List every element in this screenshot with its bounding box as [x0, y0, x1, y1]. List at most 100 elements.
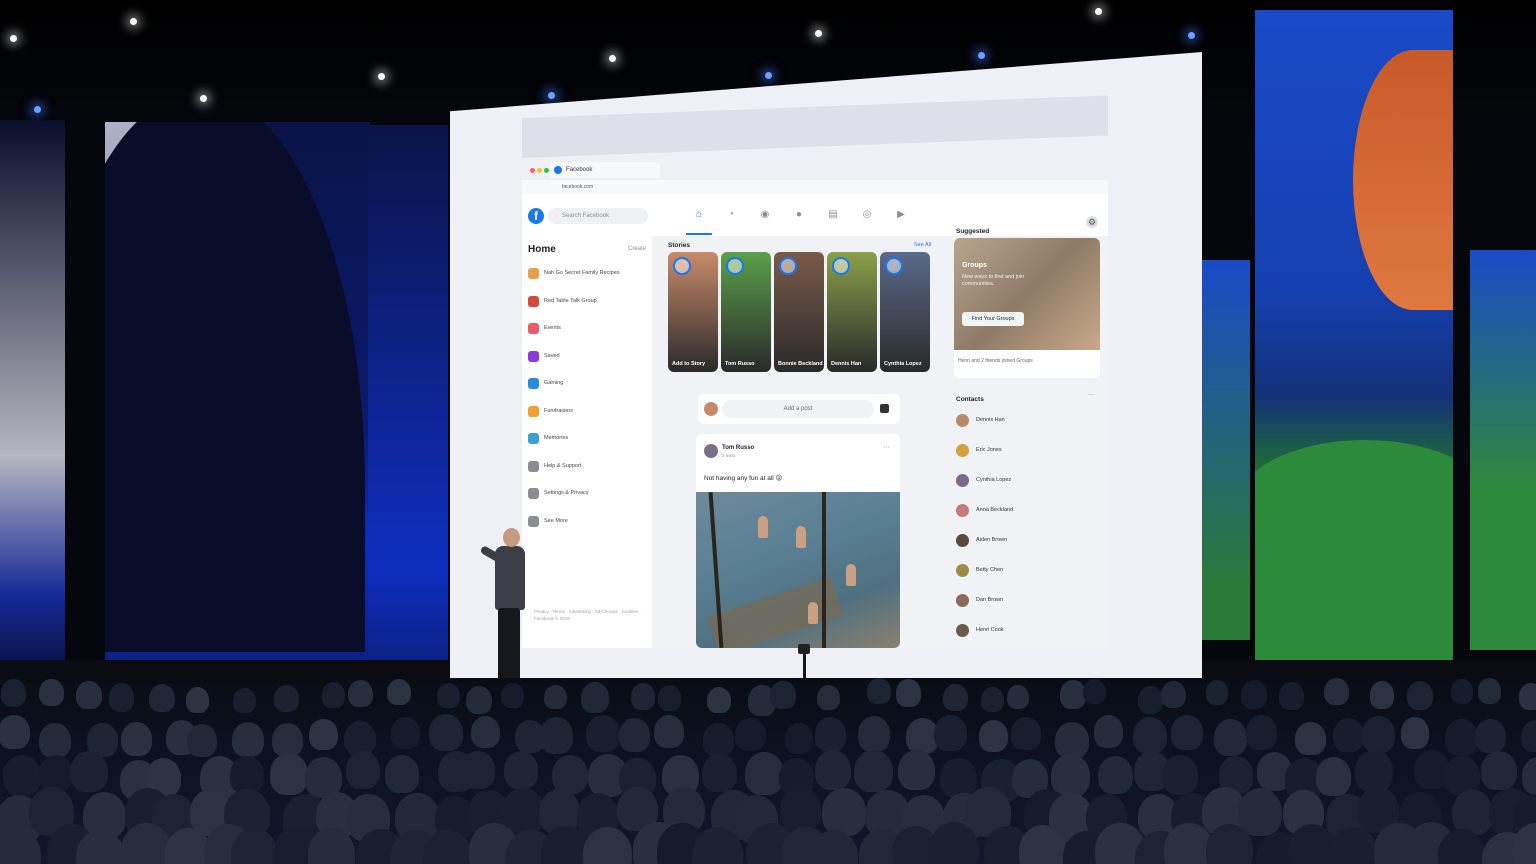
story-card[interactable]: Dennis Han [827, 252, 877, 372]
sidebar-item-label: Fundraisers [544, 407, 574, 414]
contact-name: Betty Chen [976, 567, 1004, 573]
stage-light [548, 92, 555, 99]
audience-head [980, 686, 1004, 712]
messenger-icon[interactable]: ◉ [758, 208, 772, 222]
composer-input[interactable]: Add a post [722, 400, 874, 418]
audience-head [1245, 714, 1278, 750]
contact-name: Dan Brown [976, 597, 1004, 603]
contact-item[interactable]: Eric Jones [956, 444, 1096, 458]
create-link[interactable]: Create [628, 246, 646, 252]
audience-head [390, 717, 420, 750]
audience-head [1361, 716, 1396, 754]
audience-head [1161, 755, 1199, 796]
audience-head [1161, 680, 1186, 709]
sidebar-item[interactable]: Saved [528, 350, 646, 363]
audience-head [309, 718, 338, 750]
contact-item[interactable]: Dan Brown [956, 594, 1096, 608]
contact-item[interactable]: Anna Beckland [956, 504, 1096, 518]
story-card[interactable]: Tom Russo [721, 252, 771, 372]
audience [0, 678, 1536, 864]
home-icon[interactable]: ⌂ [692, 208, 706, 222]
audience-head [385, 754, 420, 793]
marketplace-icon[interactable]: ▤ [826, 208, 840, 222]
sidebar-item[interactable]: Nah Go Secret Family Recipes [528, 268, 646, 280]
sidebar-item[interactable]: Memories [528, 433, 646, 445]
audience-head [707, 686, 731, 713]
stage-light [1188, 32, 1195, 39]
watch-icon[interactable]: ▶ [894, 208, 908, 222]
more-icon[interactable]: ··· [883, 444, 890, 451]
avatar [956, 504, 969, 517]
sidebar-item-label: Settings & Privacy [544, 490, 589, 496]
backdrop-panel-right [1255, 10, 1453, 710]
contact-item[interactable]: Henri Cook [956, 624, 1096, 638]
audience-head [1007, 685, 1030, 710]
post-author[interactable]: Tom Russo [722, 445, 754, 451]
audience-head [1521, 719, 1536, 753]
groups-label: Groups [962, 262, 987, 269]
stage-light [200, 95, 207, 102]
post-composer[interactable]: Add a post [698, 394, 900, 424]
audience-head [1213, 719, 1247, 756]
maximize-dot[interactable] [544, 168, 549, 173]
audience-head [429, 714, 464, 752]
find-groups-button[interactable]: Find Your Groups [962, 312, 1024, 326]
sidebar-item[interactable]: Help & Support [528, 460, 646, 473]
contacts-heading: Contacts [956, 396, 984, 403]
photo-icon[interactable] [880, 404, 889, 413]
story-card[interactable]: Cynthia Lopez [880, 252, 930, 372]
audience-head [586, 714, 620, 752]
post-text: Not having any fun at all 😜 [704, 475, 783, 482]
contact-item[interactable]: Dennis Han [956, 414, 1096, 428]
audience-head [387, 678, 412, 706]
settings-icon[interactable]: ⚙ [1086, 216, 1098, 228]
minimize-dot[interactable] [537, 168, 542, 173]
post-photo[interactable] [696, 492, 900, 648]
contact-item[interactable]: Betty Chen [956, 564, 1096, 578]
story-card[interactable]: Bonnie Beckland [774, 252, 824, 372]
search-input[interactable]: Search Facebook [548, 208, 648, 224]
groups-icon[interactable]: ◎ [860, 208, 874, 222]
browser-tab[interactable]: Facebook [550, 162, 660, 178]
avatar [956, 594, 969, 607]
sidebar-item[interactable]: Events [528, 323, 646, 335]
more-icon[interactable]: ··· [1088, 392, 1094, 398]
groups-suggestion-card[interactable]: Groups New ways to find and join communi… [954, 238, 1100, 378]
post-time: 3 mins [722, 453, 736, 458]
audience-head [232, 687, 256, 713]
sidebar-item[interactable]: Gaming [528, 378, 646, 390]
jumper [846, 564, 856, 586]
sidebar-item[interactable]: Fundraisers [528, 405, 646, 418]
audience-head [1097, 755, 1133, 795]
audience-head [770, 681, 796, 710]
see-all-link[interactable]: See All [914, 242, 931, 248]
contact-item[interactable]: Cynthia Lopez [956, 474, 1096, 488]
profile-icon[interactable]: ● [792, 208, 806, 222]
story-card[interactable]: Add to Story [668, 252, 718, 372]
conference-stage: Facebook facebook.com f Search Facebook … [0, 0, 1536, 864]
audience-head [1369, 681, 1395, 709]
sidebar-item[interactable]: See More [528, 515, 646, 528]
url-bar[interactable]: facebook.com [522, 180, 1108, 194]
sidebar-title: Home [528, 244, 556, 255]
avatar [956, 444, 969, 457]
audience-head [466, 685, 492, 714]
audience-head [39, 678, 64, 706]
audience-head [934, 714, 968, 751]
sidebar-item[interactable]: Settings & Privacy [528, 488, 646, 500]
avatar[interactable] [704, 444, 718, 458]
audience-head [943, 683, 969, 712]
contact-item[interactable]: Aiden Brown [956, 534, 1096, 548]
active-tab-indicator [686, 233, 712, 235]
stage-light [34, 106, 41, 113]
sidebar-item[interactable]: Red Table Talk Group [528, 295, 646, 308]
facebook-logo-icon[interactable]: f [528, 208, 544, 224]
audience-head [857, 716, 891, 752]
backdrop-panel [1470, 250, 1536, 650]
audience-head [544, 684, 567, 710]
close-dot[interactable] [530, 168, 535, 173]
contact-name: Aiden Brown [976, 537, 1008, 543]
bell-icon[interactable]: ◔ [724, 208, 738, 222]
contact-name: Eric Jones [976, 447, 1002, 453]
audience-head [38, 754, 73, 792]
